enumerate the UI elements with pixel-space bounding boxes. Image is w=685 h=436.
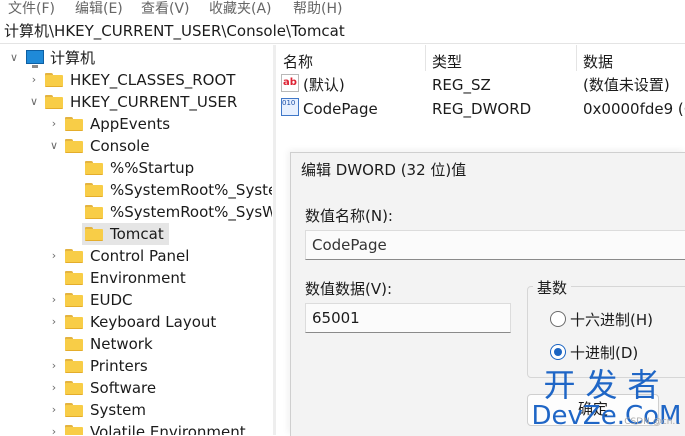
base-label: 基数	[533, 277, 572, 298]
address-bar[interactable]: 计算机\HKEY_CURRENT_USER\Console\Tomcat	[0, 18, 685, 44]
chevron-right-icon[interactable]: ›	[48, 421, 60, 435]
folder-icon	[85, 227, 103, 241]
menu-view[interactable]: 查看(V)	[141, 0, 190, 18]
tree-label: 计算机	[50, 49, 96, 67]
folder-icon	[65, 117, 83, 131]
hex-radio-label[interactable]: 十六进制(H)	[570, 309, 653, 330]
value-name: (默认)	[303, 76, 345, 94]
decimal-radio-label[interactable]: 十进制(D)	[570, 342, 638, 363]
value-type: REG_DWORD	[432, 100, 532, 118]
value-data-label: 数值数据(V):	[305, 280, 393, 298]
tree-label: Volatile Environment	[90, 423, 246, 435]
menu-file[interactable]: 文件(F)	[8, 0, 55, 18]
folder-icon	[65, 403, 83, 417]
chevron-right-icon[interactable]: ›	[48, 399, 60, 421]
decimal-radio[interactable]	[550, 344, 566, 360]
tree-label: Software	[90, 379, 157, 397]
folder-icon	[65, 249, 83, 263]
pane-splitter[interactable]	[273, 45, 276, 435]
tree-item-systemroot-system32[interactable]: %SystemRoot%_System32_	[0, 179, 272, 201]
computer-icon	[26, 50, 44, 68]
value-data-field[interactable]: 65001	[305, 303, 511, 333]
string-value-icon: ab	[281, 74, 299, 92]
watermark-small: CSDN @cn...	[624, 417, 681, 427]
watermark-cn: 开发者	[543, 366, 670, 404]
chevron-down-icon[interactable]: ∨	[8, 47, 20, 69]
tree-label: Console	[90, 137, 150, 155]
menu-bar: 文件(F) 编辑(E) 查看(V) 收藏夹(A) 帮助(H)	[0, 0, 685, 18]
chevron-right-icon[interactable]: ›	[48, 355, 60, 377]
value-name: CodePage	[303, 100, 378, 118]
tree-label: Printers	[90, 357, 148, 375]
folder-icon	[65, 425, 83, 435]
folder-icon	[85, 161, 103, 175]
folder-icon	[85, 183, 103, 197]
tree-label: %SystemRoot%_System32_	[110, 181, 272, 199]
folder-icon	[65, 381, 83, 395]
column-divider[interactable]	[425, 45, 426, 71]
chevron-right-icon[interactable]: ›	[48, 377, 60, 399]
chevron-right-icon[interactable]: ›	[48, 113, 60, 135]
tree-label: %SystemRoot%_SysWOW64_	[110, 203, 272, 221]
tree-label: Tomcat	[110, 225, 164, 243]
tree-label: %%Startup	[110, 159, 195, 177]
column-header-name[interactable]: 名称	[283, 51, 313, 72]
tree-item-tomcat[interactable]: Tomcat	[0, 223, 272, 245]
tree-label: Control Panel	[90, 247, 190, 265]
folder-icon	[45, 73, 63, 87]
menu-edit[interactable]: 编辑(E)	[75, 0, 123, 18]
tree-item-startup[interactable]: %%Startup	[0, 157, 272, 179]
chevron-right-icon[interactable]: ›	[28, 69, 40, 91]
registry-tree: ∨ 计算机 › HKEY_CLASSES_ROOT ∨ HKEY_CURRENT…	[0, 45, 272, 435]
folder-icon	[65, 337, 83, 351]
hex-radio[interactable]	[550, 311, 566, 327]
tree-item-systemroot-syswow64[interactable]: %SystemRoot%_SysWOW64_	[0, 201, 272, 223]
chevron-right-icon[interactable]: ›	[48, 245, 60, 267]
tree-label: HKEY_CLASSES_ROOT	[70, 71, 236, 89]
folder-icon	[65, 315, 83, 329]
tree-label: HKEY_CURRENT_USER	[70, 93, 238, 111]
value-data: (数值未设置)	[583, 76, 670, 94]
value-name-field[interactable]: CodePage	[305, 230, 685, 260]
chevron-down-icon[interactable]: ∨	[48, 135, 60, 157]
value-data: 0x0000fde9 (65001)	[583, 100, 685, 118]
tree-label: EUDC	[90, 291, 133, 309]
column-header-type[interactable]: 类型	[432, 51, 462, 72]
value-row-codepage[interactable]: 010 110 CodePage REG_DWORD 0x0000fde9 (6…	[277, 98, 685, 120]
dialog-title: 编辑 DWORD (32 位)值	[301, 161, 467, 179]
base-groupbox	[527, 286, 685, 378]
tree-label: System	[90, 401, 146, 419]
folder-icon	[65, 271, 83, 285]
site-watermark: 开发者 DevZe.CoM CSDN @cn...	[528, 368, 685, 435]
column-header-data[interactable]: 数据	[583, 51, 613, 72]
column-divider[interactable]	[576, 45, 577, 71]
tree-label: Environment	[90, 269, 186, 287]
tree-label: AppEvents	[90, 115, 171, 133]
value-row-default[interactable]: ab (默认) REG_SZ (数值未设置)	[277, 74, 685, 96]
value-type: REG_SZ	[432, 76, 491, 94]
folder-icon	[65, 293, 83, 307]
chevron-down-icon[interactable]: ∨	[28, 91, 40, 113]
folder-icon	[65, 139, 83, 153]
tree-label: Network	[90, 335, 153, 353]
value-name-label: 数值名称(N):	[305, 207, 393, 225]
binary-value-icon: 010 110	[281, 98, 299, 116]
folder-icon	[65, 359, 83, 373]
folder-icon	[85, 205, 103, 219]
menu-help[interactable]: 帮助(H)	[293, 0, 342, 18]
menu-favorites[interactable]: 收藏夹(A)	[209, 0, 272, 18]
folder-icon	[45, 95, 63, 109]
chevron-right-icon[interactable]: ›	[48, 311, 60, 333]
chevron-right-icon[interactable]: ›	[48, 289, 60, 311]
tree-label: Keyboard Layout	[90, 313, 217, 331]
